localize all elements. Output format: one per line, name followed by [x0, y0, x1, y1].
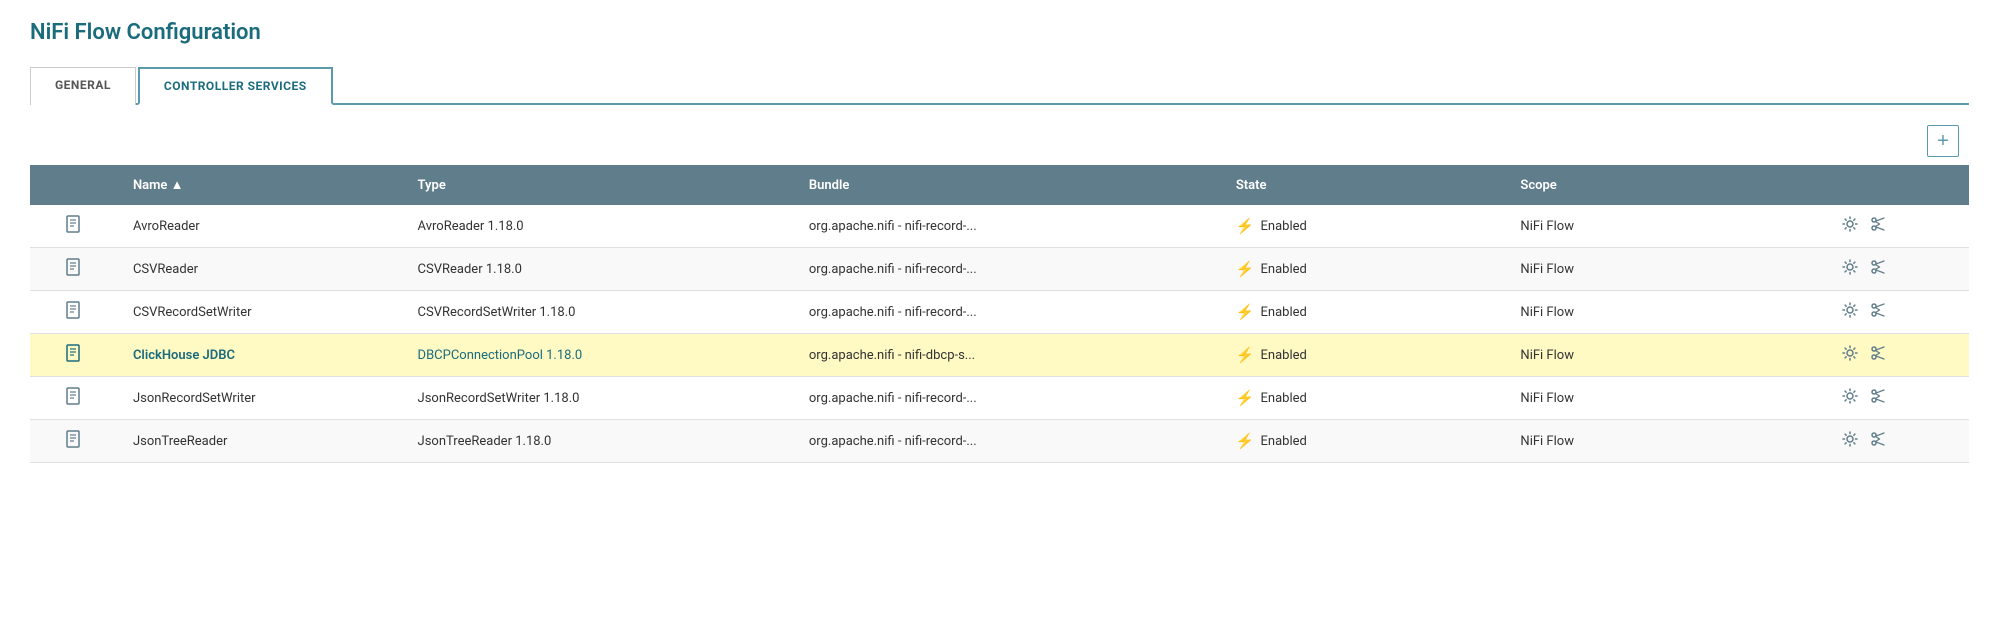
table-header: Name ▲ Type Bundle State Scope: [30, 165, 1969, 205]
configure-icon[interactable]: [1841, 301, 1859, 323]
state-label: Enabled: [1261, 219, 1307, 234]
service-type: CSVReader 1.18.0: [404, 248, 795, 291]
remove-icon[interactable]: [1869, 387, 1887, 409]
page-title: NiFi Flow Configuration: [30, 20, 1969, 45]
col-scope: Scope: [1506, 165, 1826, 205]
remove-icon[interactable]: [1869, 430, 1887, 452]
lightning-icon: ⚡: [1236, 260, 1255, 278]
service-state: ⚡ Enabled: [1222, 291, 1507, 334]
lightning-icon: ⚡: [1236, 303, 1255, 321]
configure-icon[interactable]: [1841, 215, 1859, 237]
service-icon-cell: [30, 205, 119, 248]
state-label: Enabled: [1261, 262, 1307, 277]
service-icon-cell: [30, 420, 119, 463]
state-label: Enabled: [1261, 305, 1307, 320]
service-scope: NiFi Flow: [1506, 334, 1826, 377]
service-icon-cell: [30, 334, 119, 377]
table-row[interactable]: CSVReaderCSVReader 1.18.0org.apache.nifi…: [30, 248, 1969, 291]
service-actions: [1827, 420, 1969, 463]
service-scope: NiFi Flow: [1506, 377, 1826, 420]
remove-icon[interactable]: [1869, 258, 1887, 280]
service-icon: [65, 261, 83, 280]
lightning-icon: ⚡: [1236, 432, 1255, 450]
service-scope: NiFi Flow: [1506, 248, 1826, 291]
col-state: State: [1222, 165, 1507, 205]
state-label: Enabled: [1261, 391, 1307, 406]
service-bundle: org.apache.nifi - nifi-record-...: [795, 205, 1222, 248]
service-scope: NiFi Flow: [1506, 205, 1826, 248]
service-actions: [1827, 248, 1969, 291]
tabs-container: GENERAL CONTROLLER SERVICES: [30, 65, 1969, 105]
add-button-row: +: [30, 125, 1969, 157]
configure-icon[interactable]: [1841, 387, 1859, 409]
service-actions: [1827, 334, 1969, 377]
service-state: ⚡ Enabled: [1222, 334, 1507, 377]
remove-icon[interactable]: [1869, 301, 1887, 323]
service-actions: [1827, 205, 1969, 248]
service-icon-cell: [30, 291, 119, 334]
configure-icon[interactable]: [1841, 344, 1859, 366]
header-row: Name ▲ Type Bundle State Scope: [30, 165, 1969, 205]
service-name: CSVRecordSetWriter: [119, 291, 404, 334]
service-bundle: org.apache.nifi - nifi-record-...: [795, 420, 1222, 463]
service-bundle: org.apache.nifi - nifi-record-...: [795, 248, 1222, 291]
table-row[interactable]: JsonTreeReaderJsonTreeReader 1.18.0org.a…: [30, 420, 1969, 463]
state-label: Enabled: [1261, 434, 1307, 449]
remove-icon[interactable]: [1869, 344, 1887, 366]
col-actions: [1827, 165, 1969, 205]
service-name: ClickHouse JDBC: [119, 334, 404, 377]
service-icon: [65, 390, 83, 409]
service-icon: [65, 304, 83, 323]
service-bundle: org.apache.nifi - nifi-record-...: [795, 291, 1222, 334]
service-type: JsonTreeReader 1.18.0: [404, 420, 795, 463]
remove-icon[interactable]: [1869, 215, 1887, 237]
table-row[interactable]: JsonRecordSetWriterJsonRecordSetWriter 1…: [30, 377, 1969, 420]
service-type: JsonRecordSetWriter 1.18.0: [404, 377, 795, 420]
col-name[interactable]: Name ▲: [119, 165, 404, 205]
service-bundle: org.apache.nifi - nifi-dbcp-s...: [795, 334, 1222, 377]
lightning-icon: ⚡: [1236, 217, 1255, 235]
configure-icon[interactable]: [1841, 430, 1859, 452]
service-type: DBCPConnectionPool 1.18.0: [404, 334, 795, 377]
service-icon: [65, 433, 83, 452]
service-name: CSVReader: [119, 248, 404, 291]
service-actions: [1827, 291, 1969, 334]
service-name: AvroReader: [119, 205, 404, 248]
col-bundle: Bundle: [795, 165, 1222, 205]
tab-controller-services[interactable]: CONTROLLER SERVICES: [138, 67, 333, 105]
lightning-icon: ⚡: [1236, 389, 1255, 407]
service-bundle: org.apache.nifi - nifi-record-...: [795, 377, 1222, 420]
service-type: CSVRecordSetWriter 1.18.0: [404, 291, 795, 334]
service-scope: NiFi Flow: [1506, 420, 1826, 463]
configure-icon[interactable]: [1841, 258, 1859, 280]
services-table: Name ▲ Type Bundle State Scope: [30, 165, 1969, 463]
service-state: ⚡ Enabled: [1222, 248, 1507, 291]
service-icon: [65, 218, 83, 237]
service-scope: NiFi Flow: [1506, 291, 1826, 334]
table-body: AvroReaderAvroReader 1.18.0org.apache.ni…: [30, 205, 1969, 463]
table-row[interactable]: CSVRecordSetWriterCSVRecordSetWriter 1.1…: [30, 291, 1969, 334]
tab-general[interactable]: GENERAL: [30, 67, 136, 105]
table-row[interactable]: AvroReaderAvroReader 1.18.0org.apache.ni…: [30, 205, 1969, 248]
service-type: AvroReader 1.18.0: [404, 205, 795, 248]
service-name: JsonTreeReader: [119, 420, 404, 463]
service-actions: [1827, 377, 1969, 420]
service-icon: [65, 347, 83, 366]
col-type: Type: [404, 165, 795, 205]
service-state: ⚡ Enabled: [1222, 420, 1507, 463]
service-state: ⚡ Enabled: [1222, 205, 1507, 248]
service-state: ⚡ Enabled: [1222, 377, 1507, 420]
add-service-button[interactable]: +: [1927, 125, 1959, 157]
state-label: Enabled: [1261, 348, 1307, 363]
service-name: JsonRecordSetWriter: [119, 377, 404, 420]
table-row[interactable]: ClickHouse JDBCDBCPConnectionPool 1.18.0…: [30, 334, 1969, 377]
service-icon-cell: [30, 377, 119, 420]
col-icon: [30, 165, 119, 205]
page-container: NiFi Flow Configuration GENERAL CONTROLL…: [0, 0, 1999, 483]
lightning-icon: ⚡: [1236, 346, 1255, 364]
service-icon-cell: [30, 248, 119, 291]
